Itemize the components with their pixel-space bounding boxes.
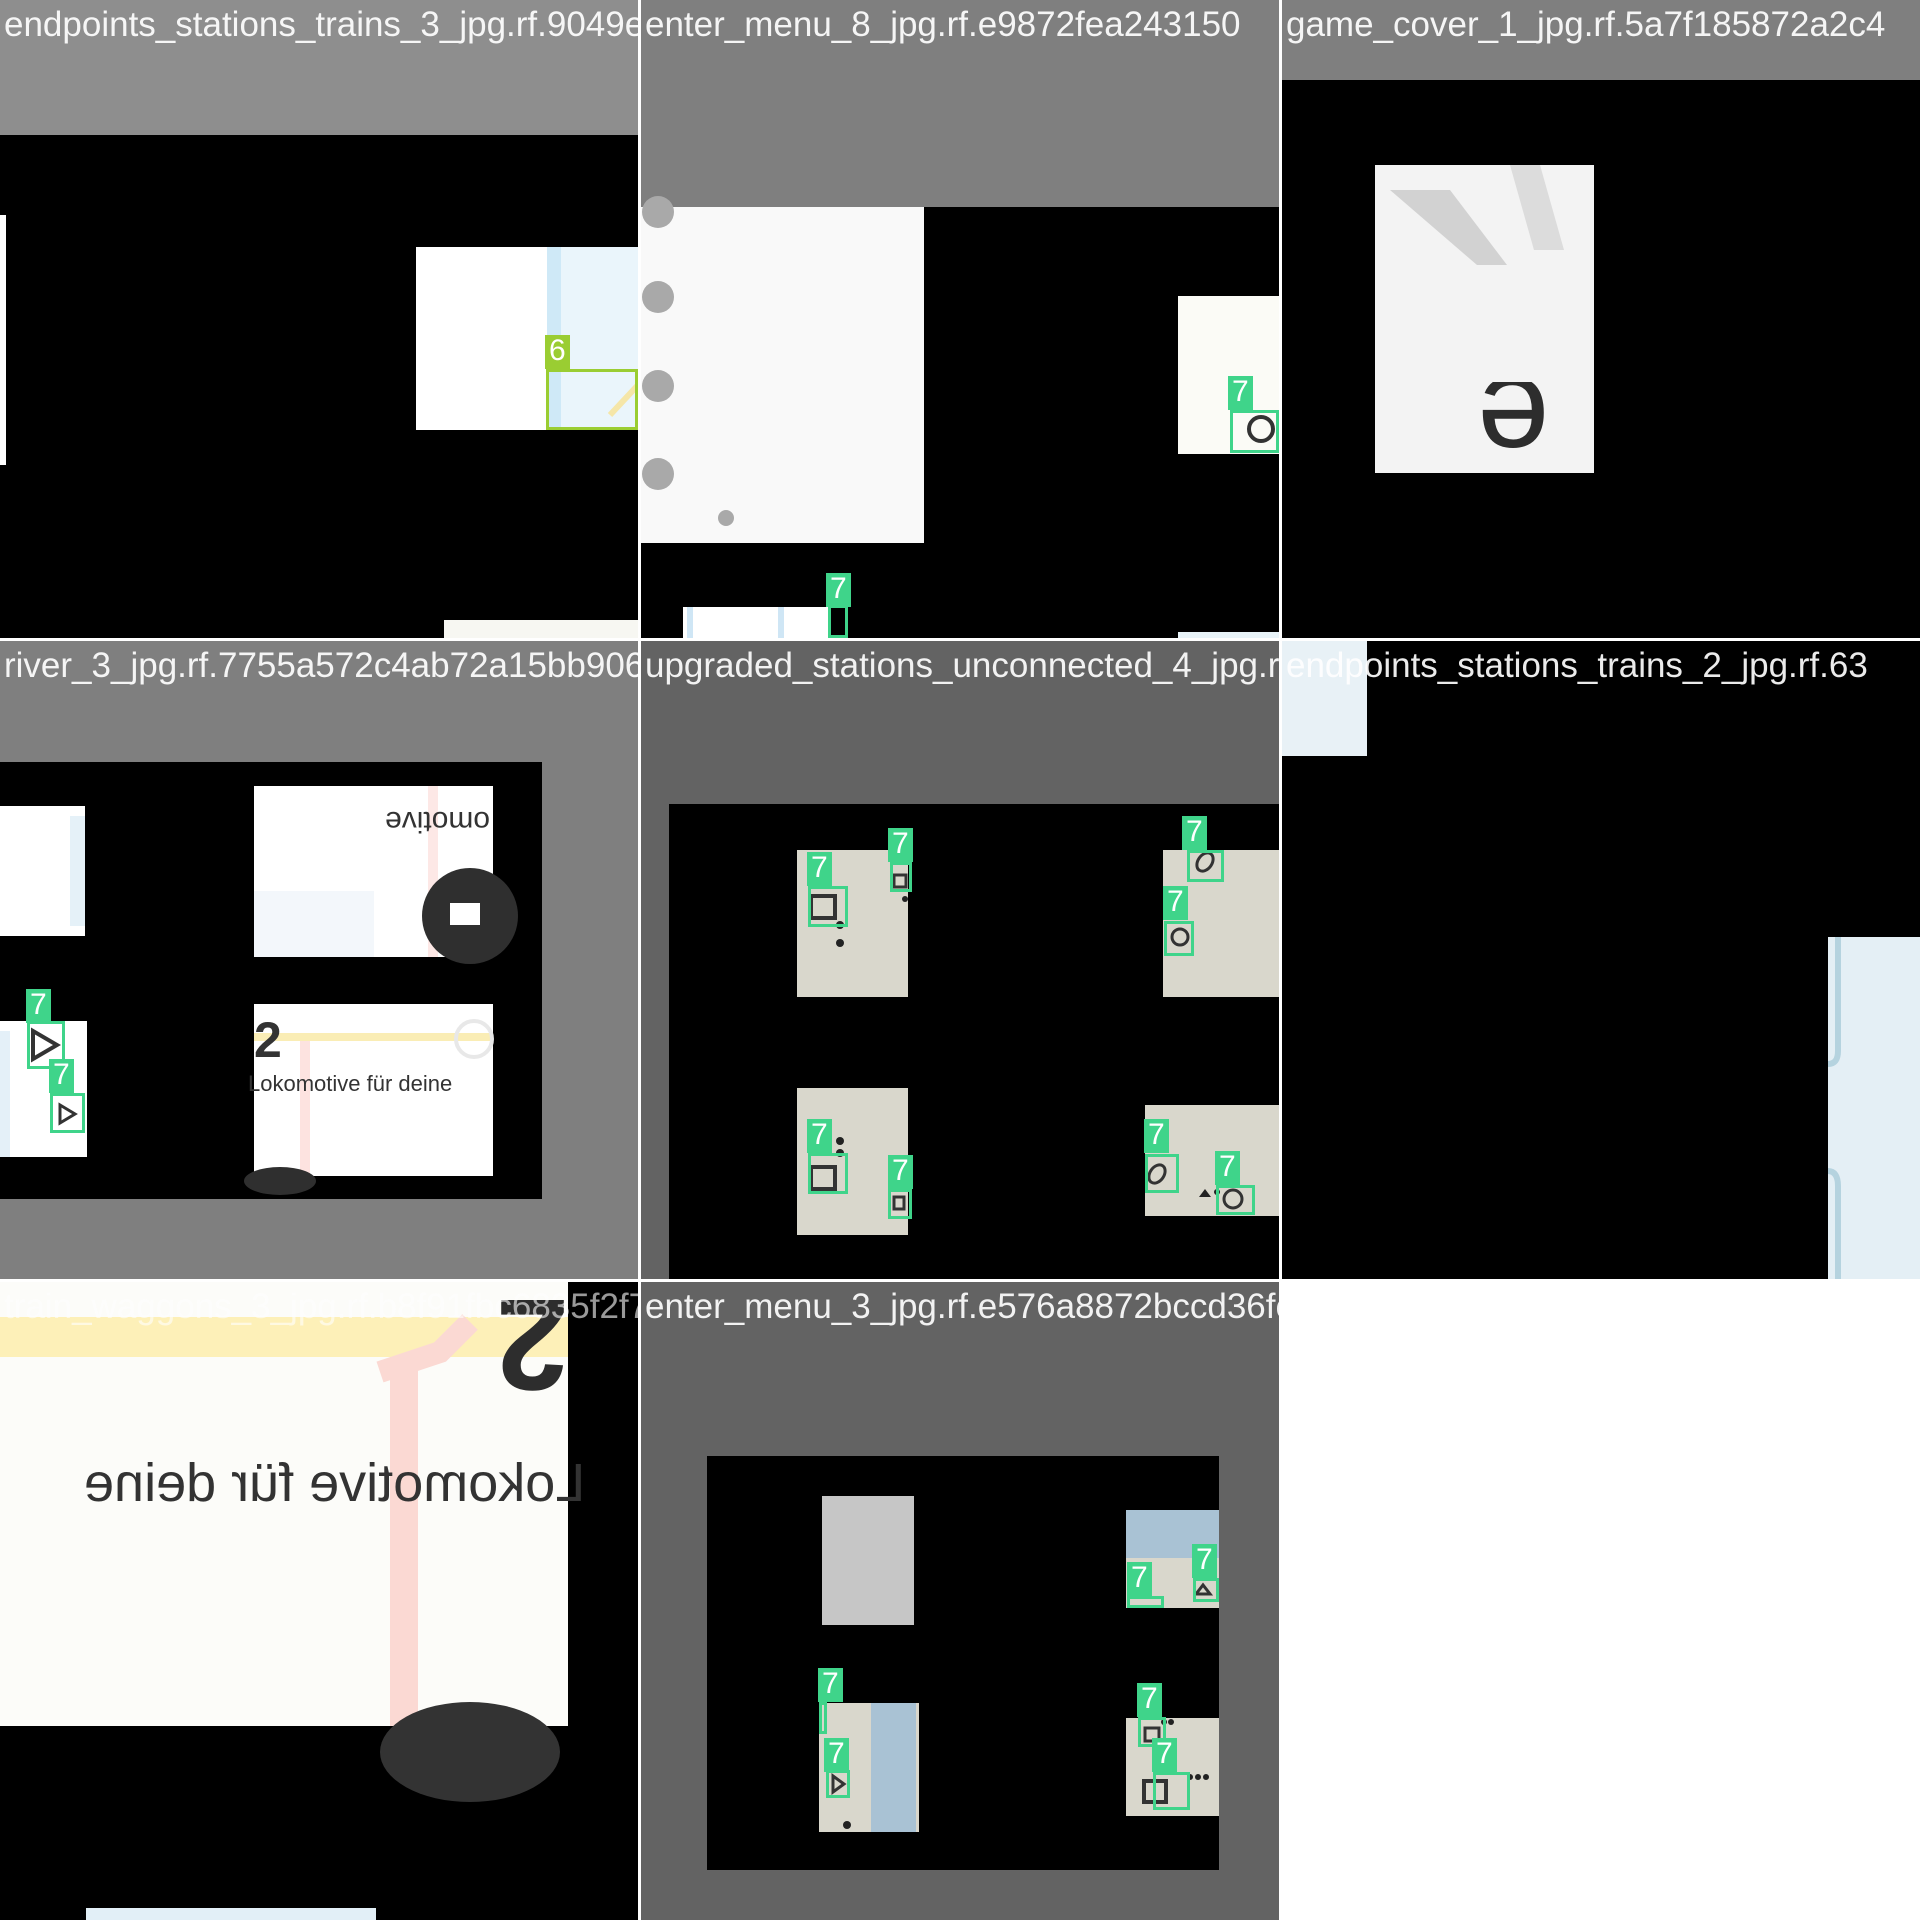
detection-box: [1127, 1596, 1164, 1608]
tile-6-canvas: [1282, 641, 1920, 1279]
tile-caption: enter_menu_8_jpg.rf.e9872fea243150: [645, 5, 1241, 44]
number-two: 2: [254, 1012, 282, 1068]
detection-box: [826, 1770, 850, 1798]
tile-caption: upgraded_stations_unconnected_4_jpg.rf.c: [645, 646, 1279, 685]
detection-box: [1153, 1772, 1190, 1810]
detection-box: [828, 605, 848, 638]
detection-label: 7: [807, 852, 832, 886]
detection-label: 7: [49, 1059, 74, 1093]
lokomotive-text-upside: omotive: [385, 805, 491, 838]
detection-label: 7: [1192, 1544, 1217, 1578]
detection-box: [1145, 1154, 1179, 1193]
tile-caption: train_waggons_3_jpg.rf.b8f91fbc6835f2f7e: [4, 1287, 638, 1326]
tile-caption: game_cover_1_jpg.rf.5a7f185872a2c4: [1286, 5, 1886, 44]
tile-endpoints-stations-trains-3: endpoints_stations_trains_3_jpg.rf.9049e…: [0, 0, 638, 638]
detection-label: 7: [1137, 1683, 1162, 1717]
detection-box: [819, 1702, 827, 1734]
detection-label: 7: [1215, 1151, 1240, 1185]
detection-label: 7: [1144, 1119, 1169, 1153]
tile-caption: endpoints_stations_trains_2_jpg.rf.63: [1286, 646, 1868, 685]
detection-box: [1187, 850, 1224, 882]
mosaic-grid: endpoints_stations_trains_3_jpg.rf.9049e…: [0, 0, 1920, 1920]
detection-label: 7: [818, 1668, 843, 1702]
detection-box: [546, 369, 638, 430]
detection-box: [1216, 1185, 1255, 1215]
detection-label: 7: [1182, 816, 1207, 850]
tile-game-cover-1: e game_cover_1_jpg.rf.5a7f185872a2c4: [1282, 0, 1920, 638]
detection-label: 7: [1163, 886, 1188, 920]
tile-5-canvas: [641, 641, 1279, 1279]
tile-3-canvas: [1282, 0, 1920, 638]
tile-4-canvas: [0, 641, 638, 1279]
detection-box: [808, 1153, 848, 1194]
detection-label: 7: [1127, 1562, 1152, 1596]
tile-upgraded-stations-unconnected-4: upgraded_stations_unconnected_4_jpg.rf.c…: [641, 641, 1279, 1279]
tile-river-3: omotive 2 Lokomotive für deine river_3_j…: [0, 641, 638, 1279]
detection-label: 7: [826, 573, 851, 607]
cover-letter: e: [1477, 382, 1550, 473]
tile-8-canvas: [641, 1282, 1279, 1920]
detection-label: 7: [888, 1155, 913, 1189]
tile-enter-menu-3: enter_menu_3_jpg.rf.e576a8872bccd36fccb8…: [641, 1282, 1279, 1920]
empty-cell: [1282, 1282, 1920, 1920]
tile-caption: enter_menu_3_jpg.rf.e576a8872bccd36fccb8: [645, 1287, 1279, 1326]
detection-box: [1193, 1578, 1219, 1602]
detection-box: [888, 1189, 912, 1219]
detection-box: [890, 862, 912, 892]
detection-box: [808, 886, 848, 927]
detection-label: 7: [824, 1738, 849, 1772]
detection-label: 7: [1228, 376, 1253, 410]
detection-label: 7: [1152, 1738, 1177, 1772]
detection-box: [50, 1093, 85, 1133]
lokomotive-text: Lokomotive für deine: [248, 1071, 453, 1096]
tile-caption: endpoints_stations_trains_3_jpg.rf.9049e: [4, 5, 638, 44]
detection-label: 7: [807, 1119, 832, 1153]
mirrored-lokomotive-text: Lokomotive für deine: [84, 1453, 586, 1513]
tile-endpoints-stations-trains-2: endpoints_stations_trains_2_jpg.rf.63: [1282, 641, 1920, 1279]
detection-box: [1230, 410, 1279, 453]
tile-caption: river_3_jpg.rf.7755a572c4ab72a15bb906a15: [4, 646, 638, 685]
tile-enter-menu-8: enter_menu_8_jpg.rf.e9872fea243150 7 7: [641, 0, 1279, 638]
tile-train-waggons-3: 2 Lokomotive für deine train_waggons_3_j…: [0, 1282, 638, 1920]
detection-label: 7: [26, 989, 51, 1023]
detection-box: [1164, 921, 1194, 956]
tile-2-canvas: [641, 0, 1279, 638]
detection-label: 6: [545, 335, 570, 369]
tile-1-canvas: [0, 0, 638, 638]
detection-label: 7: [888, 828, 913, 862]
